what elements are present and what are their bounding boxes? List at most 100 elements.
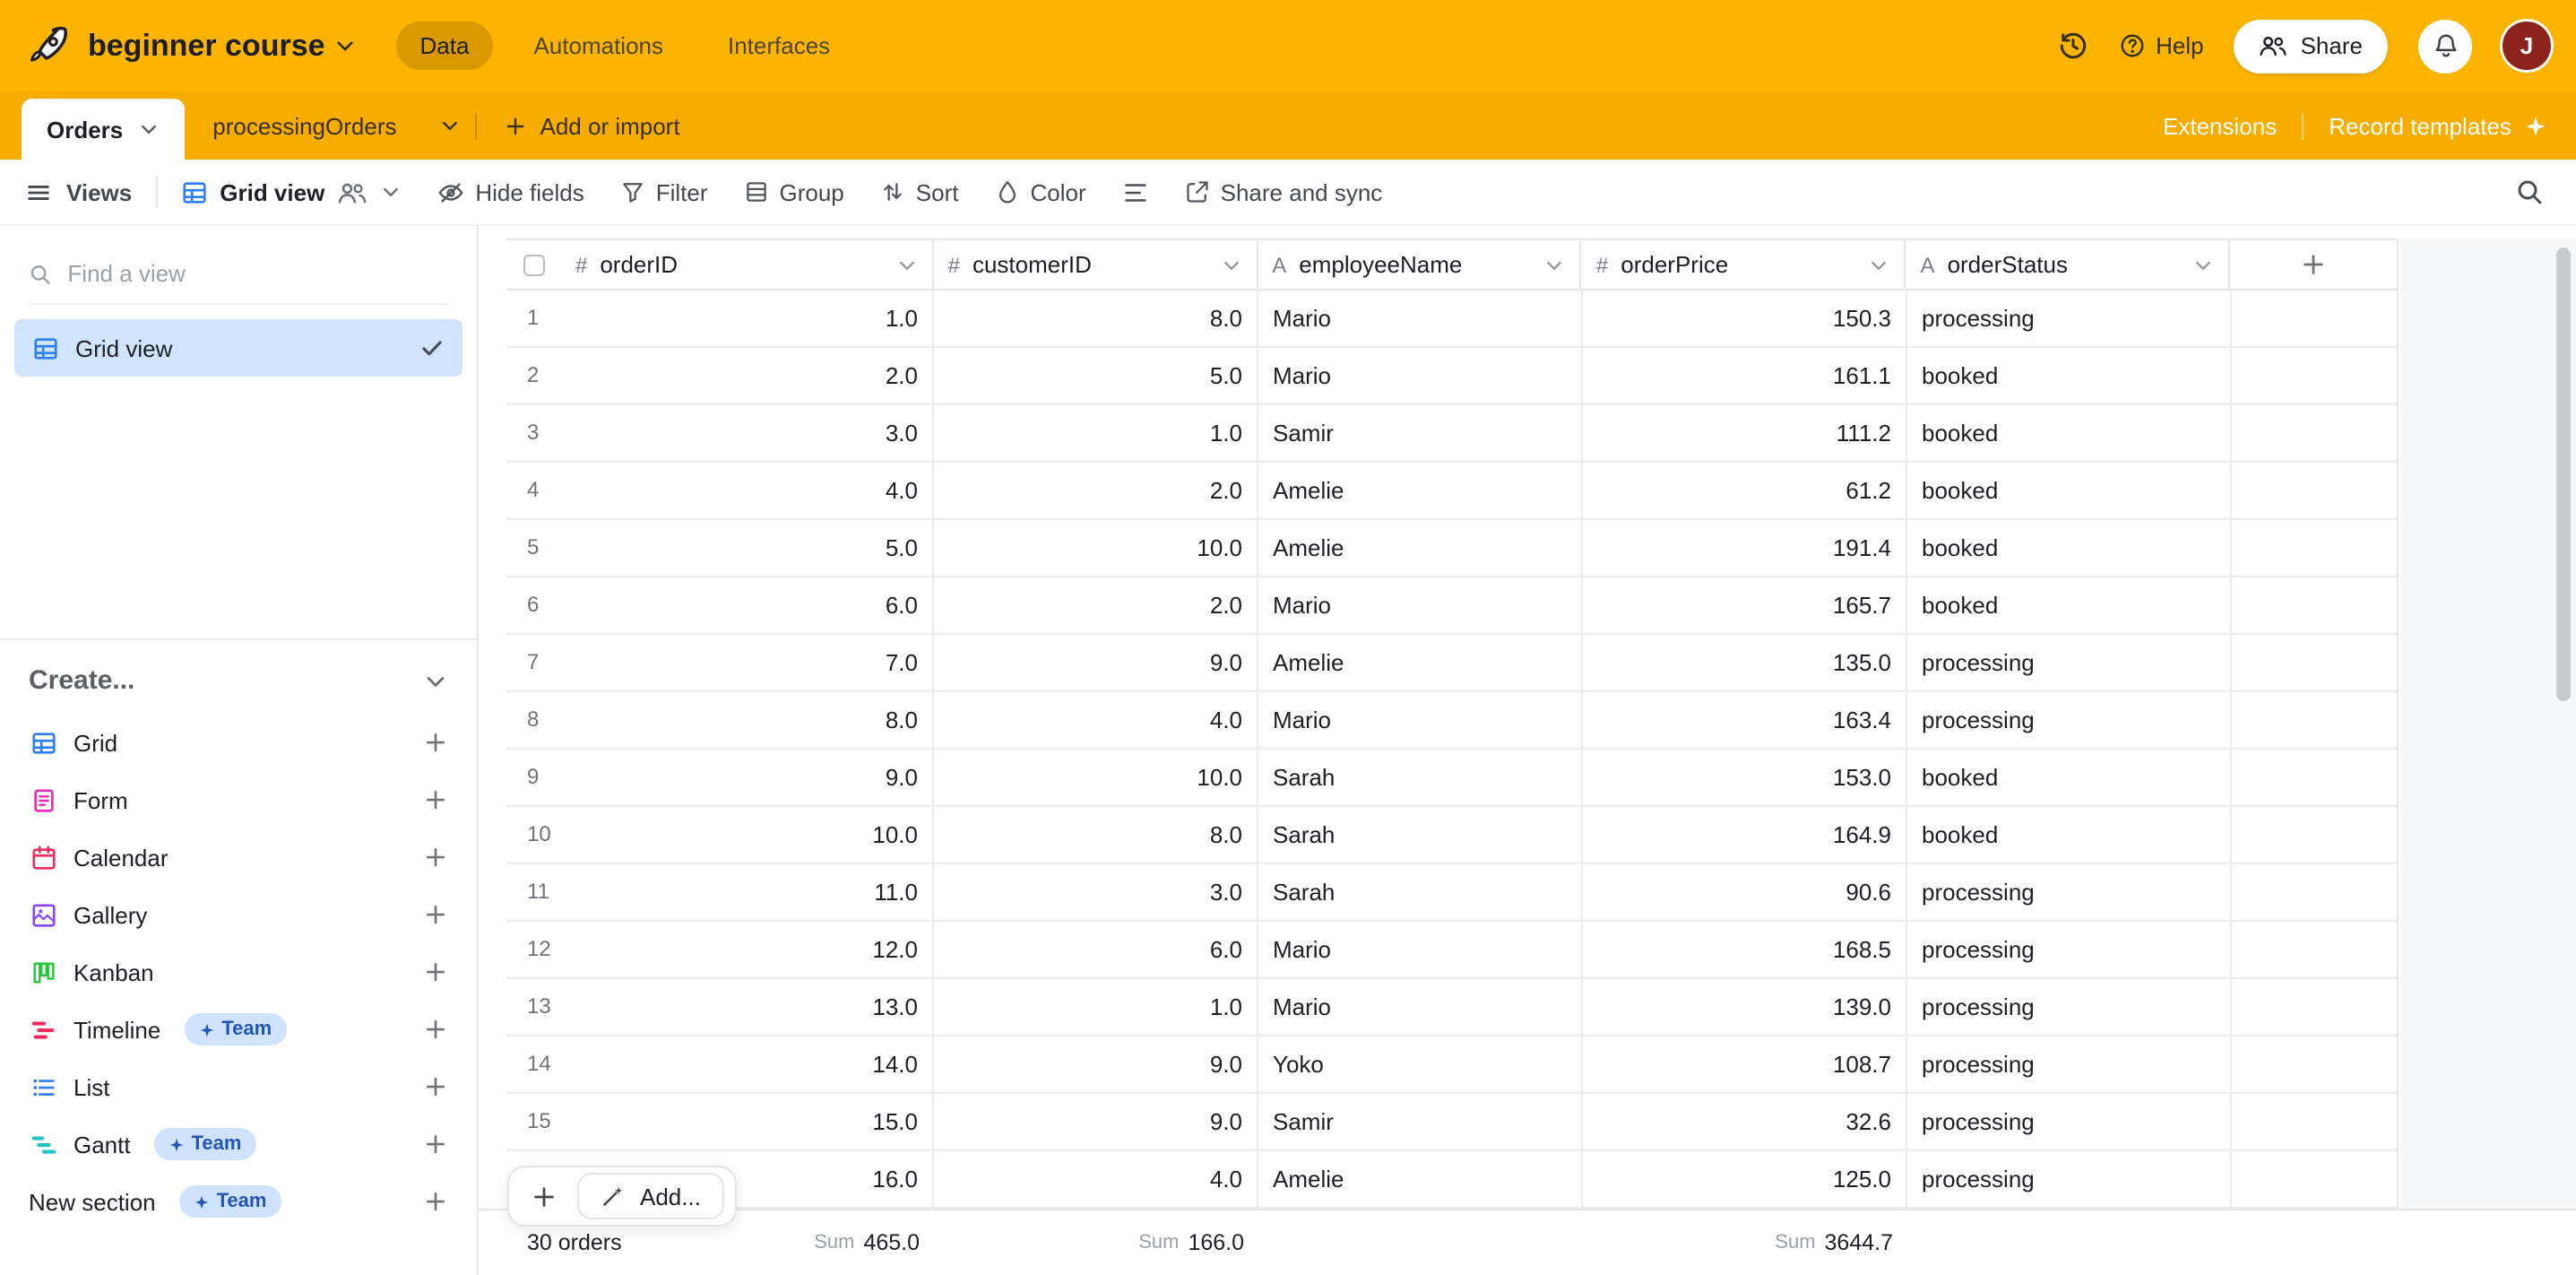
column-header-customerID[interactable]: # customerID (934, 240, 1258, 289)
nav-item-automations[interactable]: Automations (510, 22, 687, 70)
summary-orderID[interactable]: Sum 465.0 (814, 1230, 920, 1255)
table-cell[interactable]: 2.0 (934, 463, 1258, 518)
table-row[interactable]: 7 7.0 9.0 Amelie 135.0 processing (507, 635, 2397, 692)
summary-customerID[interactable]: Sum 166.0 (934, 1230, 1258, 1255)
table-cell[interactable]: Mario (1258, 577, 1583, 633)
tab-orders[interactable]: Orders (22, 99, 184, 160)
table-cell[interactable]: 8.0 (934, 807, 1258, 863)
table-cell[interactable]: 111.2 (1583, 405, 1907, 461)
table-cell[interactable]: processing (1907, 1036, 2232, 1092)
views-button[interactable]: Views (25, 178, 132, 205)
create-item-grid[interactable]: Grid (0, 714, 477, 771)
add-record-plus-button[interactable] (520, 1173, 566, 1219)
chevron-down-icon[interactable] (2192, 254, 2214, 275)
table-cell[interactable]: 3.0 (934, 864, 1258, 920)
create-item-form[interactable]: Form (0, 771, 477, 828)
summary-orderPrice[interactable]: Sum 3644.7 (1583, 1230, 1907, 1255)
add-section-button[interactable] (423, 1189, 448, 1214)
table-row[interactable]: 13 13.0 1.0 Mario 139.0 processing (507, 979, 2397, 1036)
table-cell[interactable]: booked (1907, 577, 2232, 633)
table-cell[interactable]: Mario (1258, 692, 1583, 748)
table-cell[interactable]: 10.0 (934, 520, 1258, 576)
table-cell[interactable]: 4.0 (934, 1151, 1258, 1207)
chevron-down-icon[interactable] (1220, 254, 1241, 275)
add-record-menu-button[interactable]: Add... (577, 1173, 724, 1219)
table-cell[interactable]: Sarah (1258, 807, 1583, 863)
add-or-import-button[interactable]: Add or import (478, 91, 707, 160)
search-icon[interactable] (2515, 178, 2551, 206)
column-header-orderID[interactable]: # orderID (561, 240, 934, 289)
select-all-checkbox[interactable] (523, 254, 545, 275)
table-cell[interactable]: 3.0 (561, 405, 934, 461)
table-cell[interactable]: 12.0 (561, 922, 934, 977)
chevron-down-icon[interactable] (1869, 254, 1890, 275)
table-cell[interactable]: Mario (1258, 291, 1583, 346)
table-row[interactable]: 6 6.0 2.0 Mario 165.7 booked (507, 577, 2397, 635)
table-cell[interactable]: 108.7 (1583, 1036, 1907, 1092)
add-timeline-view-button[interactable] (423, 1017, 448, 1042)
create-item-gantt[interactable]: Gantt Team (0, 1115, 477, 1173)
chevron-down-icon[interactable] (1544, 254, 1566, 275)
table-cell[interactable]: 1.0 (934, 405, 1258, 461)
share-button[interactable]: Share (2235, 19, 2388, 73)
add-kanban-view-button[interactable] (423, 959, 448, 984)
table-cell[interactable]: processing (1907, 1094, 2232, 1149)
table-row[interactable]: 2 2.0 5.0 Mario 161.1 booked (507, 348, 2397, 405)
table-cell[interactable]: 2.0 (934, 577, 1258, 633)
add-field-button[interactable] (2230, 240, 2397, 289)
add-grid-view-button[interactable] (423, 730, 448, 755)
table-row[interactable]: 1 1.0 8.0 Mario 150.3 processing (507, 291, 2397, 348)
add-calendar-view-button[interactable] (423, 845, 448, 870)
table-cell[interactable]: 9.0 (934, 635, 1258, 690)
table-cell[interactable]: Amelie (1258, 463, 1583, 518)
table-cell[interactable]: Samir (1258, 1094, 1583, 1149)
table-cell[interactable]: 6.0 (561, 577, 934, 633)
view-switcher[interactable]: Grid view (180, 178, 402, 205)
create-item-timeline[interactable]: Timeline Team (0, 1001, 477, 1058)
column-header-orderPrice[interactable]: # orderPrice (1582, 240, 1906, 289)
table-cell[interactable]: 5.0 (934, 348, 1258, 403)
nav-item-data[interactable]: Data (397, 22, 493, 70)
table-cell[interactable]: 161.1 (1583, 348, 1907, 403)
table-cell[interactable]: 153.0 (1583, 750, 1907, 805)
tab-processing-orders[interactable]: processingOrders (184, 91, 425, 160)
history-icon[interactable] (2057, 30, 2088, 61)
table-cell[interactable]: 7.0 (561, 635, 934, 690)
find-a-view-input[interactable] (67, 260, 448, 287)
table-cell[interactable]: 4.0 (934, 692, 1258, 748)
hide-fields-button[interactable]: Hide fields (419, 169, 601, 215)
table-cell[interactable]: 8.0 (934, 291, 1258, 346)
table-cell[interactable]: processing (1907, 635, 2232, 690)
table-row[interactable]: 5 5.0 10.0 Amelie 191.4 booked (507, 520, 2397, 577)
table-cell[interactable]: 10.0 (934, 750, 1258, 805)
table-cell[interactable]: 6.0 (934, 922, 1258, 977)
table-row[interactable]: 4 4.0 2.0 Amelie 61.2 booked (507, 463, 2397, 520)
table-cell[interactable]: 8.0 (561, 692, 934, 748)
table-cell[interactable]: Amelie (1258, 520, 1583, 576)
table-cell[interactable]: Amelie (1258, 1151, 1583, 1207)
add-gallery-view-button[interactable] (423, 902, 448, 927)
avatar[interactable]: J (2503, 22, 2551, 70)
notifications-button[interactable] (2418, 19, 2472, 73)
vertical-scrollbar[interactable] (2556, 247, 2571, 701)
table-cell[interactable]: 14.0 (561, 1036, 934, 1092)
table-cell[interactable]: 168.5 (1583, 922, 1907, 977)
table-cell[interactable]: booked (1907, 405, 2232, 461)
table-row[interactable]: 8 8.0 4.0 Mario 163.4 processing (507, 692, 2397, 750)
table-cell[interactable]: Mario (1258, 348, 1583, 403)
table-cell[interactable]: Mario (1258, 922, 1583, 977)
table-cell[interactable]: 150.3 (1583, 291, 1907, 346)
column-header-employeeName[interactable]: A employeeName (1258, 240, 1582, 289)
table-cell[interactable]: 4.0 (561, 463, 934, 518)
row-height-button[interactable] (1104, 169, 1167, 215)
table-cell[interactable]: 32.6 (1583, 1094, 1907, 1149)
table-cell[interactable]: Yoko (1258, 1036, 1583, 1092)
color-button[interactable]: Color (976, 169, 1103, 215)
group-button[interactable]: Group (726, 169, 862, 215)
sort-button[interactable]: Sort (862, 169, 977, 215)
table-row[interactable]: 15 15.0 9.0 Samir 32.6 processing (507, 1094, 2397, 1151)
table-cell[interactable]: 139.0 (1583, 979, 1907, 1035)
table-cell[interactable]: processing (1907, 692, 2232, 748)
table-cell[interactable]: 1.0 (934, 979, 1258, 1035)
table-cell[interactable]: booked (1907, 807, 2232, 863)
